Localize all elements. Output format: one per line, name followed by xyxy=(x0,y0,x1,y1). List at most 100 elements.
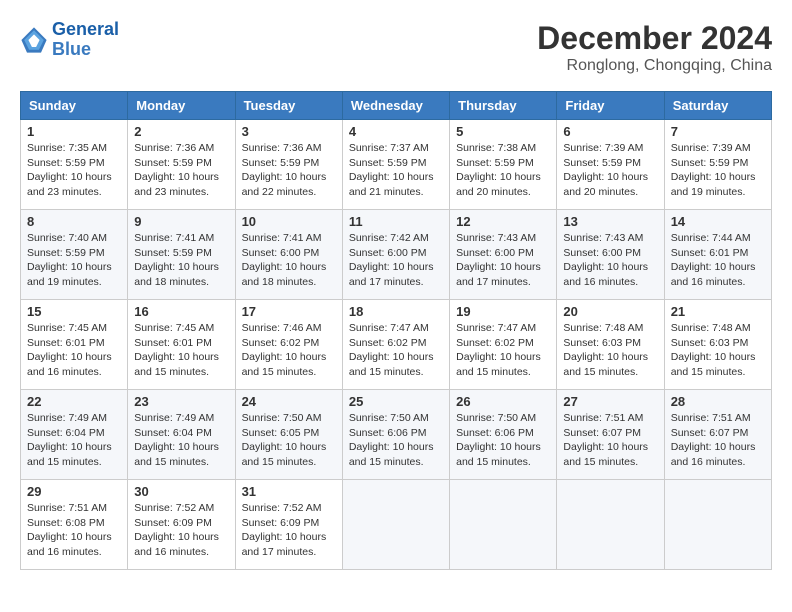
day-info: Sunrise: 7:45 AM Sunset: 6:01 PM Dayligh… xyxy=(27,321,121,380)
sunrise-time: 7:48 AM xyxy=(605,322,644,334)
calendar-cell: 28 Sunrise: 7:51 AM Sunset: 6:07 PM Dayl… xyxy=(664,390,771,480)
sunrise-label: Sunrise: xyxy=(134,142,175,154)
daylight-label: Daylight: 10 hours and 15 minutes. xyxy=(134,441,219,468)
sunset-time: 5:59 PM xyxy=(709,157,748,169)
location: Ronglong, Chongqing, China xyxy=(537,57,772,75)
calendar-cell: 25 Sunrise: 7:50 AM Sunset: 6:06 PM Dayl… xyxy=(342,390,449,480)
day-number: 10 xyxy=(242,214,336,229)
sunrise-label: Sunrise: xyxy=(134,322,175,334)
calendar-cell: 15 Sunrise: 7:45 AM Sunset: 6:01 PM Dayl… xyxy=(21,300,128,390)
sunrise-time: 7:44 AM xyxy=(712,232,751,244)
sunset-time: 5:59 PM xyxy=(495,157,534,169)
sunset-label: Sunset: xyxy=(349,337,388,349)
calendar-cell xyxy=(342,480,449,570)
sunrise-label: Sunrise: xyxy=(242,232,283,244)
sunset-time: 6:05 PM xyxy=(280,427,319,439)
sunset-time: 6:00 PM xyxy=(387,247,426,259)
day-number: 8 xyxy=(27,214,121,229)
daylight-label: Daylight: 10 hours and 15 minutes. xyxy=(27,441,112,468)
day-number: 20 xyxy=(563,304,657,319)
day-info: Sunrise: 7:39 AM Sunset: 5:59 PM Dayligh… xyxy=(671,141,765,200)
sunset-time: 6:00 PM xyxy=(495,247,534,259)
calendar-cell: 3 Sunrise: 7:36 AM Sunset: 5:59 PM Dayli… xyxy=(235,120,342,210)
sunset-time: 6:08 PM xyxy=(66,517,105,529)
sunrise-time: 7:50 AM xyxy=(498,412,537,424)
day-number: 27 xyxy=(563,394,657,409)
sunset-label: Sunset: xyxy=(456,337,495,349)
daylight-label: Daylight: 10 hours and 15 minutes. xyxy=(242,351,327,378)
day-number: 3 xyxy=(242,124,336,139)
day-number: 16 xyxy=(134,304,228,319)
sunset-label: Sunset: xyxy=(349,157,388,169)
sunset-label: Sunset: xyxy=(456,157,495,169)
logo-icon xyxy=(20,26,48,54)
sunset-time: 6:00 PM xyxy=(602,247,641,259)
sunrise-time: 7:51 AM xyxy=(712,412,751,424)
calendar-week-3: 15 Sunrise: 7:45 AM Sunset: 6:01 PM Dayl… xyxy=(21,300,772,390)
day-number: 2 xyxy=(134,124,228,139)
calendar-cell: 20 Sunrise: 7:48 AM Sunset: 6:03 PM Dayl… xyxy=(557,300,664,390)
calendar-cell: 10 Sunrise: 7:41 AM Sunset: 6:00 PM Dayl… xyxy=(235,210,342,300)
daylight-label: Daylight: 10 hours and 20 minutes. xyxy=(563,171,648,198)
sunrise-time: 7:43 AM xyxy=(498,232,537,244)
calendar-cell: 23 Sunrise: 7:49 AM Sunset: 6:04 PM Dayl… xyxy=(128,390,235,480)
day-info: Sunrise: 7:41 AM Sunset: 6:00 PM Dayligh… xyxy=(242,231,336,290)
day-info: Sunrise: 7:47 AM Sunset: 6:02 PM Dayligh… xyxy=(456,321,550,380)
day-info: Sunrise: 7:50 AM Sunset: 6:06 PM Dayligh… xyxy=(456,411,550,470)
sunrise-time: 7:42 AM xyxy=(390,232,429,244)
daylight-label: Daylight: 10 hours and 23 minutes. xyxy=(134,171,219,198)
sunset-label: Sunset: xyxy=(27,337,66,349)
sunrise-label: Sunrise: xyxy=(134,412,175,424)
month-title: December 2024 xyxy=(537,20,772,57)
sunrise-time: 7:50 AM xyxy=(283,412,322,424)
sunrise-time: 7:47 AM xyxy=(498,322,537,334)
calendar-cell: 12 Sunrise: 7:43 AM Sunset: 6:00 PM Dayl… xyxy=(450,210,557,300)
sunset-time: 6:00 PM xyxy=(280,247,319,259)
sunrise-time: 7:52 AM xyxy=(283,502,322,514)
sunset-label: Sunset: xyxy=(27,157,66,169)
sunset-time: 5:59 PM xyxy=(66,247,105,259)
daylight-label: Daylight: 10 hours and 15 minutes. xyxy=(349,351,434,378)
day-info: Sunrise: 7:45 AM Sunset: 6:01 PM Dayligh… xyxy=(134,321,228,380)
daylight-label: Daylight: 10 hours and 23 minutes. xyxy=(27,171,112,198)
day-info: Sunrise: 7:48 AM Sunset: 6:03 PM Dayligh… xyxy=(671,321,765,380)
daylight-label: Daylight: 10 hours and 16 minutes. xyxy=(27,351,112,378)
daylight-label: Daylight: 10 hours and 19 minutes. xyxy=(27,261,112,288)
sunrise-label: Sunrise: xyxy=(242,502,283,514)
daylight-label: Daylight: 10 hours and 19 minutes. xyxy=(671,171,756,198)
day-info: Sunrise: 7:51 AM Sunset: 6:07 PM Dayligh… xyxy=(671,411,765,470)
daylight-label: Daylight: 10 hours and 15 minutes. xyxy=(456,351,541,378)
daylight-label: Daylight: 10 hours and 21 minutes. xyxy=(349,171,434,198)
column-header-wednesday: Wednesday xyxy=(342,92,449,120)
day-info: Sunrise: 7:36 AM Sunset: 5:59 PM Dayligh… xyxy=(242,141,336,200)
day-info: Sunrise: 7:51 AM Sunset: 6:07 PM Dayligh… xyxy=(563,411,657,470)
sunset-label: Sunset: xyxy=(242,517,281,529)
sunset-label: Sunset: xyxy=(242,247,281,259)
daylight-label: Daylight: 10 hours and 18 minutes. xyxy=(134,261,219,288)
daylight-label: Daylight: 10 hours and 16 minutes. xyxy=(563,261,648,288)
calendar-cell: 22 Sunrise: 7:49 AM Sunset: 6:04 PM Dayl… xyxy=(21,390,128,480)
daylight-label: Daylight: 10 hours and 22 minutes. xyxy=(242,171,327,198)
calendar-cell: 5 Sunrise: 7:38 AM Sunset: 5:59 PM Dayli… xyxy=(450,120,557,210)
sunset-time: 6:03 PM xyxy=(602,337,641,349)
day-number: 17 xyxy=(242,304,336,319)
sunrise-time: 7:39 AM xyxy=(605,142,644,154)
daylight-label: Daylight: 10 hours and 18 minutes. xyxy=(242,261,327,288)
sunrise-time: 7:40 AM xyxy=(68,232,107,244)
sunrise-time: 7:36 AM xyxy=(176,142,215,154)
day-number: 30 xyxy=(134,484,228,499)
sunset-label: Sunset: xyxy=(27,427,66,439)
sunrise-label: Sunrise: xyxy=(27,412,68,424)
calendar-header-row: SundayMondayTuesdayWednesdayThursdayFrid… xyxy=(21,92,772,120)
sunrise-time: 7:47 AM xyxy=(390,322,429,334)
sunrise-label: Sunrise: xyxy=(349,322,390,334)
day-number: 26 xyxy=(456,394,550,409)
sunrise-time: 7:41 AM xyxy=(283,232,322,244)
day-info: Sunrise: 7:48 AM Sunset: 6:03 PM Dayligh… xyxy=(563,321,657,380)
sunset-label: Sunset: xyxy=(563,337,602,349)
calendar-cell: 21 Sunrise: 7:48 AM Sunset: 6:03 PM Dayl… xyxy=(664,300,771,390)
sunrise-label: Sunrise: xyxy=(563,412,604,424)
day-number: 13 xyxy=(563,214,657,229)
column-header-saturday: Saturday xyxy=(664,92,771,120)
sunrise-label: Sunrise: xyxy=(563,232,604,244)
